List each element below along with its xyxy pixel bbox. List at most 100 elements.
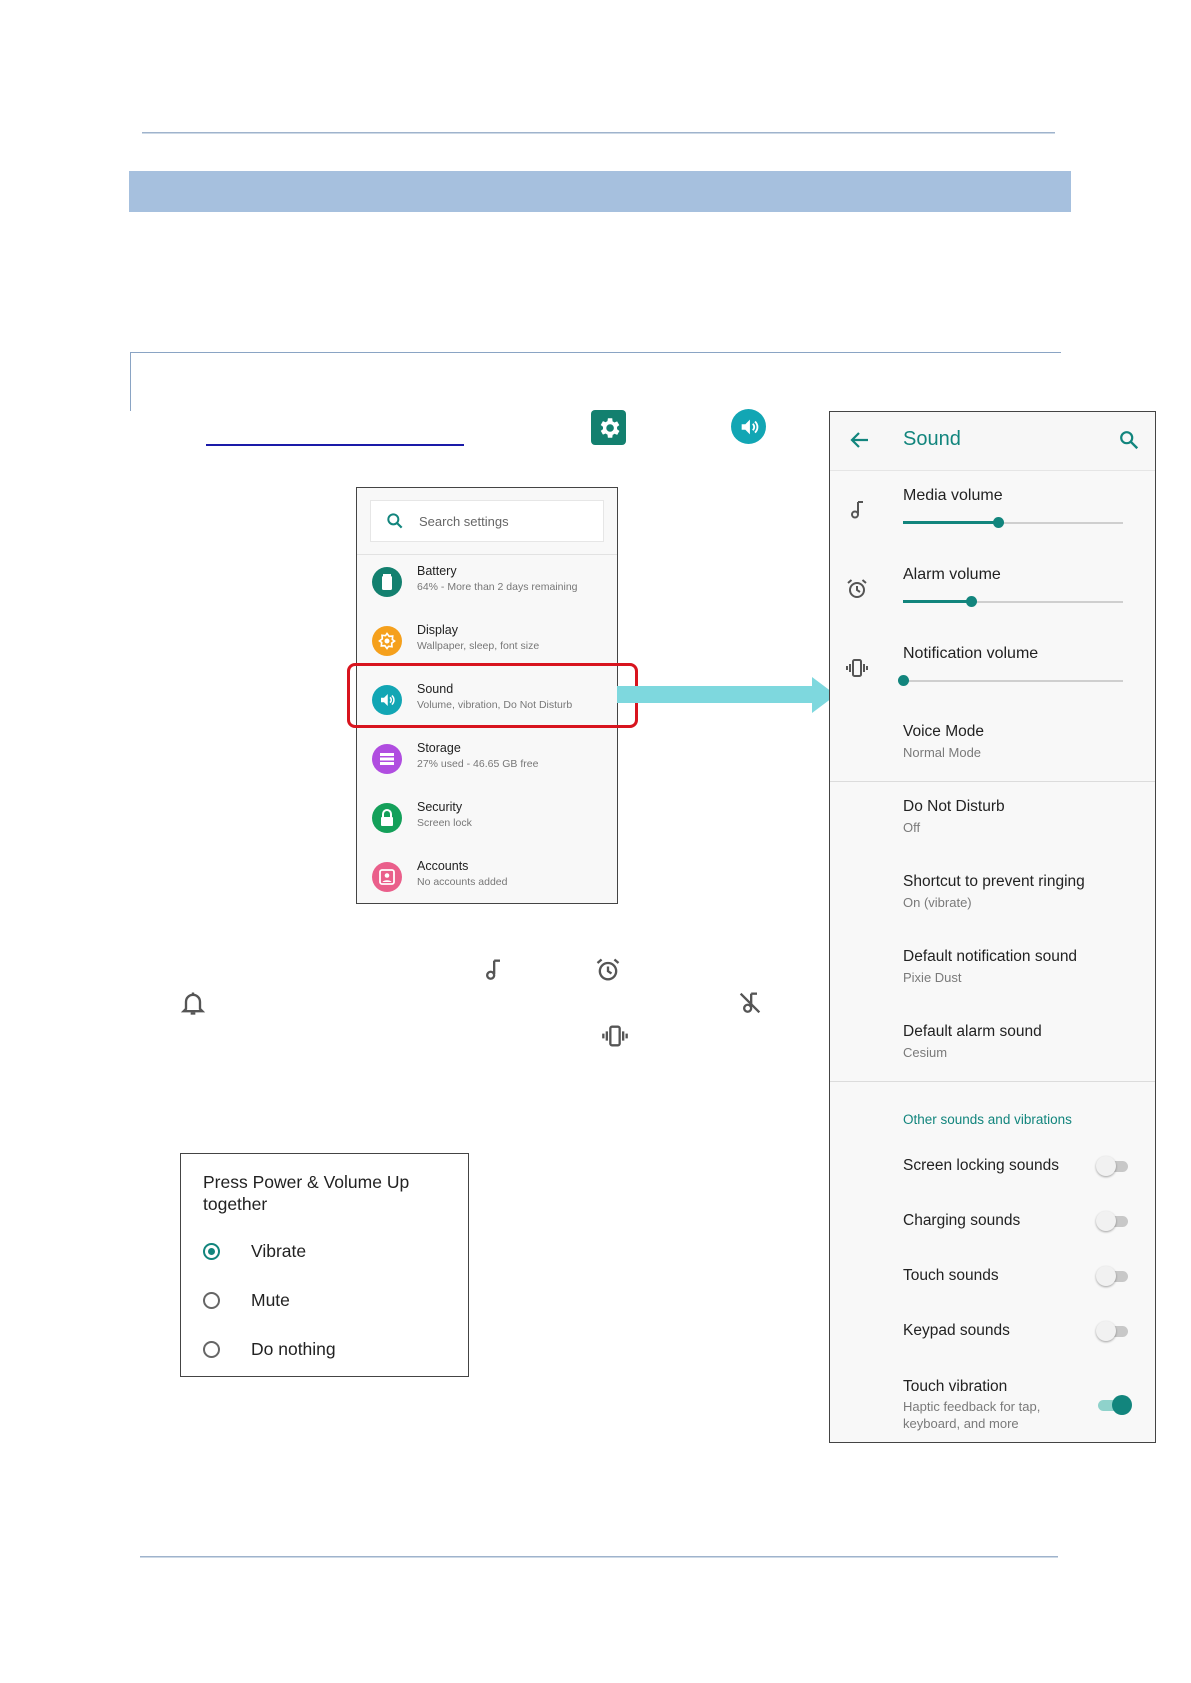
slider-knob[interactable] [898,675,909,686]
settings-item-title: Storage [417,741,461,755]
sound-item-highlight [347,663,638,728]
music-off-icon [739,992,761,1014]
lock-icon [372,803,402,833]
settings-item-accounts[interactable]: Accounts No accounts added [357,849,617,908]
sound-app-icon [731,409,766,444]
alarm-clock-icon [596,958,620,981]
radio-label: Do nothing [251,1339,336,1359]
row-label: Touch vibration [903,1378,1008,1395]
instruction-frame [130,352,1061,411]
radio-button[interactable] [203,1341,220,1358]
switch[interactable] [1096,1394,1132,1416]
notification-volume-row: Notification volume [830,628,1155,706]
search-icon [387,513,403,529]
radio-button[interactable] [203,1292,220,1309]
dialog-title: Press Power & Volume Up together [203,1171,443,1215]
row-value: Cesium [903,1045,948,1060]
settings-item-subtitle: Wallpaper, sleep, font size [417,640,540,652]
default-alarm-sound-row[interactable]: Default alarm sound Cesium [830,1023,1155,1067]
switch[interactable] [1096,1265,1130,1287]
toggle-row-charging-sounds[interactable]: Charging sounds [830,1210,1155,1242]
row-label: Do Not Disturb [903,798,1005,815]
alarm-volume-slider[interactable] [903,596,1123,607]
volume-label: Alarm volume [903,566,1001,583]
media-volume-slider[interactable] [903,517,1123,528]
default-notification-sound-row[interactable]: Default notification sound Pixie Dust [830,948,1155,992]
battery-icon [372,567,402,597]
slider-knob[interactable] [966,596,978,607]
music-note-icon [851,501,863,519]
settings-item-subtitle: 64% - More than 2 days remaining [417,581,578,593]
music-note-icon [486,959,500,980]
row-value: Normal Mode [903,745,982,760]
notification-volume-slider[interactable] [898,675,1123,686]
divider [830,781,1155,782]
volume-label: Notification volume [903,645,1039,662]
row-value: On (vibrate) [903,895,972,910]
row-label: Default alarm sound [903,1023,1042,1040]
row-label: Voice Mode [903,723,984,740]
top-rule [142,132,1055,134]
shortcut-prevent-ringing-row[interactable]: Shortcut to prevent ringing On (vibrate) [830,873,1155,917]
settings-item-battery[interactable]: Battery 64% - More than 2 days remaining [357,554,617,613]
row-description: Haptic feedback for tap, [903,1399,1041,1414]
settings-item-title: Security [417,800,463,814]
navigation-arrow [617,686,812,703]
brightness-icon [372,626,402,656]
sound-settings-screen: Sound Media volume Alarm volume Notifica… [829,411,1156,1443]
row-label: Keypad sounds [903,1322,1010,1339]
slider-knob[interactable] [992,517,1004,528]
search-settings-field[interactable]: Search settings [370,500,604,542]
row-description: keyboard, and more [903,1416,1019,1431]
voice-mode-row[interactable]: Voice Mode Normal Mode [830,723,1155,767]
vibrate-icon [602,1025,628,1047]
divider [830,1081,1155,1082]
settings-item-subtitle: Screen lock [417,817,472,829]
vibrate-icon [846,659,868,677]
toggle-row-touch-vibration[interactable]: Touch vibration Haptic feedback for tap,… [830,1378,1155,1434]
switch[interactable] [1096,1320,1130,1342]
settings-item-subtitle: 27% used - 46.65 GB free [417,758,539,770]
toggle-row-touch-sounds[interactable]: Touch sounds [830,1265,1155,1297]
search-placeholder: Search settings [419,513,509,529]
volume-label: Media volume [903,487,1003,504]
settings-item-security[interactable]: Security Screen lock [357,790,617,849]
gear-icon [600,417,619,438]
settings-item-title: Accounts [417,859,469,873]
do-not-disturb-row[interactable]: Do Not Disturb Off [830,798,1155,842]
switch[interactable] [1096,1210,1130,1232]
bottom-rule [140,1556,1058,1558]
prevent-ringing-dialog: Press Power & Volume Up together Vibrate… [180,1153,469,1377]
settings-item-subtitle: No accounts added [417,876,508,888]
storage-icon [372,744,402,774]
media-volume-row: Media volume [830,470,1155,548]
document-link-underline[interactable] [206,444,464,446]
settings-item-title: Display [417,623,458,637]
section-header: Other sounds and vibrations [903,1112,1072,1127]
page-title: Sound [903,428,961,450]
radio-button[interactable] [203,1243,220,1260]
radio-label: Vibrate [251,1241,307,1261]
dialog-title-line: together [203,1194,268,1214]
toggle-row-keypad-sounds[interactable]: Keypad sounds [830,1320,1155,1352]
switch[interactable] [1096,1155,1130,1177]
search-icon[interactable] [1118,429,1140,451]
account-icon [372,862,402,892]
app-bar: Sound [830,412,1155,471]
row-label: Charging sounds [903,1212,1021,1229]
radio-label: Mute [251,1290,290,1310]
settings-app-icon [591,410,626,445]
dialog-title-line: Press Power & Volume Up [203,1172,410,1192]
row-label: Touch sounds [903,1267,999,1284]
toggle-row-screen-locking-sounds[interactable]: Screen locking sounds [830,1155,1155,1187]
row-label: Default notification sound [903,948,1078,965]
back-arrow-icon[interactable] [848,428,872,452]
volume-icon [741,419,758,434]
row-value: Off [903,820,921,835]
settings-item-storage[interactable]: Storage 27% used - 46.65 GB free [357,731,617,790]
alarm-clock-icon [847,579,867,598]
row-value: Pixie Dust [903,970,962,985]
settings-item-title: Battery [417,564,457,578]
row-label: Screen locking sounds [903,1157,1059,1174]
bell-icon [180,992,206,1015]
